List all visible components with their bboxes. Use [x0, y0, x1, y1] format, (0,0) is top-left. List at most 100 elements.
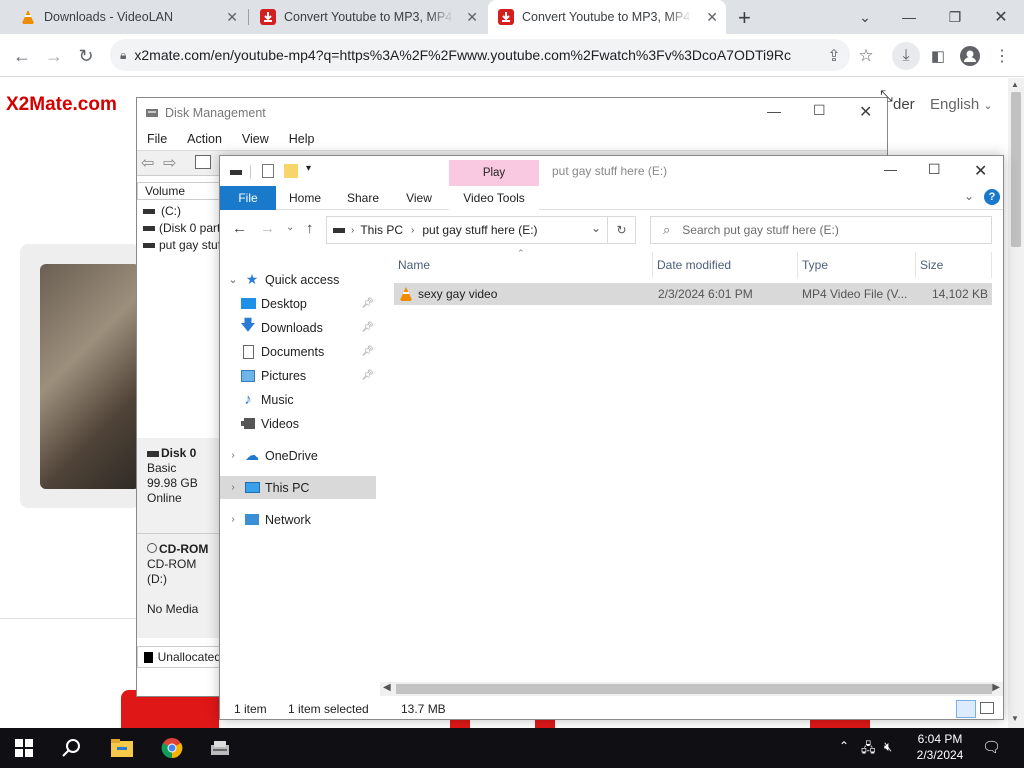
volume-row[interactable]: (Disk 0 parti — [137, 221, 222, 238]
network-tray-icon[interactable]: 🖧︎ — [861, 739, 876, 761]
close-icon[interactable]: ✕ — [706, 9, 718, 26]
share-icon[interactable]: ⇪ — [820, 42, 848, 70]
drive-icon — [230, 170, 242, 175]
reload-icon[interactable]: ↻ — [72, 42, 100, 70]
tab-x2mate-1[interactable]: Convert Youtube to MP3, MP4 on ✕ — [250, 0, 486, 34]
close-icon[interactable]: ✕ — [859, 102, 872, 122]
table-row[interactable]: sexy gay video 2/3/2024 6:01 PM MP4 Vide… — [394, 283, 992, 305]
profile-avatar-icon[interactable] — [956, 42, 984, 70]
address-bar[interactable]: › This PC › put gay stuff here (E:) ⌄ — [326, 216, 608, 244]
nav-music[interactable]: ♪ Music — [236, 388, 376, 411]
nav-link-partial[interactable]: der — [893, 96, 915, 113]
download-icon[interactable]: ⤓ — [892, 42, 920, 70]
disk0-label[interactable]: Disk 0 Basic 99.98 GB Online — [137, 442, 222, 534]
chevron-down-icon[interactable]: ⌄ — [591, 221, 601, 235]
properties-icon[interactable] — [195, 155, 211, 169]
minimize-icon[interactable]: — — [767, 103, 781, 119]
close-icon[interactable]: ✕ — [226, 9, 238, 26]
recent-locations-icon[interactable]: ⌄ — [286, 222, 294, 233]
windows-start-icon[interactable] — [0, 728, 48, 768]
nav-onedrive[interactable]: › ☁ OneDrive — [220, 444, 376, 467]
nav-documents[interactable]: Documents 📌︎ — [236, 340, 376, 363]
forward-arrow-icon[interactable]: → — [260, 220, 275, 237]
large-icons-view-icon[interactable] — [980, 702, 994, 714]
search-icon[interactable] — [48, 728, 96, 768]
maximize-icon[interactable]: ☐ — [813, 102, 826, 119]
column-header-type[interactable]: Type — [798, 252, 916, 278]
volume-row[interactable]: (C:) — [137, 204, 222, 221]
explorer-title-bar[interactable]: ▾ Play put gay stuff here (E:) — ☐ ✕ — [220, 156, 1003, 186]
column-header-date[interactable]: Date modified — [653, 252, 798, 278]
bookmark-star-icon[interactable]: ☆ — [852, 42, 880, 70]
file-name[interactable]: sexy gay video — [418, 287, 497, 301]
tab-home[interactable]: Home — [282, 186, 328, 210]
close-icon[interactable]: ✕ — [974, 161, 987, 181]
file-explorer-icon[interactable] — [98, 728, 146, 768]
volume-row[interactable]: put gay stuf — [137, 238, 222, 255]
language-select[interactable]: English ⌄ — [930, 96, 993, 113]
nav-this-pc[interactable]: › This PC — [220, 476, 376, 499]
scroll-down-icon[interactable]: ▼ — [1011, 714, 1019, 723]
quick-access-dropdown-icon[interactable]: ▾ — [306, 163, 311, 174]
tab-downloads-videolan[interactable]: Downloads - VideoLAN ✕ — [10, 0, 246, 34]
tray-chevron-up-icon[interactable]: ⌃ — [839, 739, 849, 753]
tab-search-icon[interactable]: ⌄ — [842, 0, 888, 34]
site-logo[interactable]: X2Mate.com — [6, 94, 117, 116]
column-header-volume[interactable]: Volume — [137, 182, 222, 200]
sidepanel-icon[interactable]: ◧ — [924, 42, 952, 70]
restore-icon[interactable]: ❐ — [932, 0, 978, 34]
menu-action[interactable]: Action — [177, 128, 232, 150]
disk-management-icon[interactable] — [196, 728, 244, 768]
menu-help[interactable]: Help — [279, 128, 325, 150]
back-arrow-icon[interactable]: ← — [8, 42, 36, 70]
tab-video-tools[interactable]: Video Tools — [449, 186, 539, 210]
back-arrow-icon[interactable]: ← — [232, 220, 247, 237]
help-icon[interactable]: ? — [984, 189, 1000, 205]
close-icon[interactable]: ✕ — [466, 9, 478, 26]
address-bar[interactable]: 🔒︎ x2mate.com/en/youtube-mp4?q=https%3A%… — [110, 39, 850, 71]
new-tab-button[interactable]: + — [738, 5, 751, 31]
close-window-icon[interactable]: ✕ — [978, 0, 1024, 34]
back-arrow-icon[interactable]: ⇦ — [141, 153, 154, 173]
breadcrumb-drive[interactable]: put gay stuff here (E:) — [422, 223, 537, 237]
up-arrow-icon[interactable]: ↑ — [306, 220, 314, 237]
tab-x2mate-active[interactable]: Convert Youtube to MP3, MP4 on ✕ — [488, 0, 726, 34]
chevron-right-icon: › — [231, 514, 235, 525]
cdrom-label[interactable]: CD-ROM 0 CD-ROM (D:) No Media — [137, 538, 222, 630]
new-folder-icon[interactable] — [284, 164, 298, 178]
tab-share[interactable]: Share — [340, 186, 386, 210]
forward-arrow-icon[interactable]: → — [40, 42, 68, 70]
nav-videos[interactable]: Videos — [236, 412, 376, 435]
nav-downloads[interactable]: 🡇 Downloads 📌︎ — [236, 316, 376, 339]
nav-network[interactable]: › Network — [220, 508, 376, 531]
refresh-icon[interactable]: ↻ — [608, 216, 636, 244]
page-scrollbar-thumb[interactable] — [1011, 92, 1021, 247]
horizontal-scrollbar-thumb[interactable] — [396, 684, 992, 694]
system-clock[interactable]: 6:04 PM 2/3/2024 — [905, 731, 975, 763]
minimize-icon[interactable]: — — [884, 162, 897, 177]
breadcrumb-this-pc[interactable]: This PC — [360, 223, 403, 237]
nav-pictures[interactable]: Pictures 📌︎ — [236, 364, 376, 387]
details-view-icon[interactable] — [956, 700, 976, 718]
properties-icon[interactable] — [262, 164, 274, 178]
chrome-icon[interactable] — [148, 728, 196, 768]
ribbon-expand-icon[interactable]: ⌄ — [964, 189, 974, 203]
nav-quick-access[interactable]: ⌄ ★ Quick access — [220, 268, 376, 291]
column-header-size[interactable]: Size — [916, 252, 992, 278]
volume-muted-icon[interactable]: 🔇︎ — [884, 739, 892, 755]
notifications-icon[interactable]: 🗨︎ — [982, 738, 1001, 756]
forward-arrow-icon[interactable]: ⇨ — [163, 153, 176, 173]
maximize-icon[interactable]: ☐ — [928, 161, 941, 178]
dm-title-bar[interactable]: Disk Management — ☐ ✕ — [137, 98, 887, 128]
menu-view[interactable]: View — [232, 128, 279, 150]
menu-file[interactable]: File — [137, 128, 177, 150]
browser-tab-strip: Downloads - VideoLAN ✕ Convert Youtube t… — [0, 0, 1024, 34]
minimize-icon[interactable]: — — [886, 0, 932, 34]
scroll-up-icon[interactable]: ▲ — [1011, 80, 1019, 89]
search-input[interactable]: ⌕ Search put gay stuff here (E:) — [650, 216, 992, 244]
nav-desktop[interactable]: Desktop 📌︎ — [236, 292, 376, 315]
tab-title: Convert Youtube to MP3, MP4 on — [284, 10, 454, 24]
tab-file[interactable]: File — [220, 186, 276, 210]
kebab-menu-icon[interactable]: ⋮ — [988, 42, 1016, 70]
tab-view[interactable]: View — [396, 186, 442, 210]
